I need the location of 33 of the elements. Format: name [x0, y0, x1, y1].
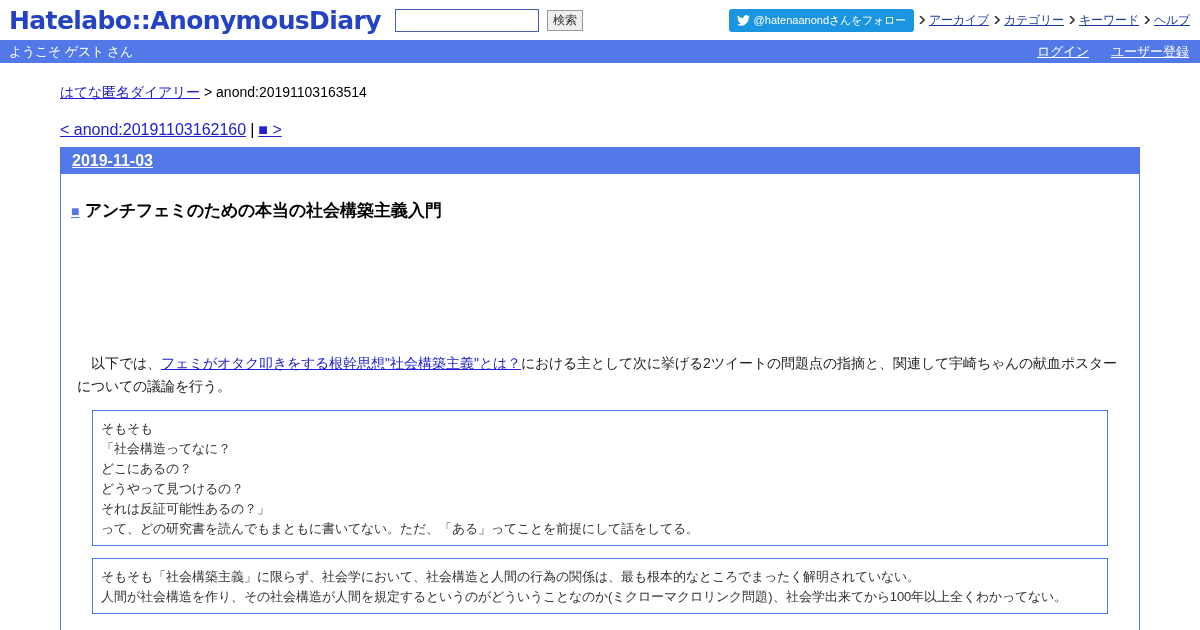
quote-line: って、どの研究書を読んでもまともに書いてない。ただ、「ある」ってことを前提にして話をしてる。: [101, 520, 700, 538]
chevron-icon: [1069, 16, 1075, 24]
bird-icon: [736, 14, 750, 26]
nav-link[interactable]: キーワード: [1079, 11, 1139, 29]
account-link[interactable]: ユーザー登録: [1111, 42, 1189, 61]
chevron-icon: [919, 16, 925, 24]
article-link[interactable]: フェミがオタク叩きをする根幹思想"社会構築主義"とは？: [161, 355, 521, 371]
entry-title: アンチフェミのための本当の社会構築主義入門: [85, 200, 443, 222]
nav-link[interactable]: ヘルプ: [1154, 11, 1190, 29]
quote-line: どうやって見つけるの？: [101, 480, 245, 498]
quote-line: どこにあるの？: [101, 460, 193, 478]
quote-line: 人間が社会構造を作り、その社会構造が人間を規定するというのがどういうことなのか(ミクローマクロリンク問題)、社会学出来てから100年以上全くわかってない。: [101, 588, 1069, 606]
breadcrumb-current: > anond:20191103163514: [204, 84, 367, 102]
intro-paragraph: 以下では、フェミがオタク叩きをする根幹思想"社会構築主義"とは？における主として次に挙げる2ツイートの問題点の指摘と、関連して宇崎ちゃんの献血ポスターについての議論を行う。: [77, 354, 1118, 396]
nav-link[interactable]: カテゴリー: [1004, 11, 1064, 29]
next-link[interactable]: ■ >: [258, 121, 282, 139]
previous-link[interactable]: < anond:20191103162160: [60, 121, 247, 139]
account-link[interactable]: ログイン: [1037, 42, 1089, 61]
welcome-text: ようこそ ゲスト さん: [9, 42, 134, 61]
search-field[interactable]: [394, 8, 539, 32]
nav-link[interactable]: アーカイブ: [929, 11, 989, 29]
date-link[interactable]: 2019-11-03: [72, 152, 153, 170]
entry-permalink[interactable]: ■: [71, 202, 80, 219]
quote-line: そもそも「社会構築主義」に限らず、社会学において、社会構造と人間の行為の関係は、最も根本的なところでまったく解明されていない。: [101, 568, 921, 586]
breadcrumb-link[interactable]: はてな匿名ダイアリー: [60, 84, 200, 102]
search-button[interactable]: 検索: [546, 9, 583, 31]
quote-line: それは反証可能性あるの？」: [101, 500, 271, 518]
separator-text: |: [250, 121, 255, 139]
chevron-icon: [994, 16, 1000, 24]
quote-line: そもそも: [101, 420, 154, 438]
chevron-icon: [1144, 16, 1150, 24]
quote-line: 「社会構造ってなに？: [101, 440, 232, 458]
site-logo[interactable]: Hatelabo::AnonymousDiary: [9, 5, 381, 35]
